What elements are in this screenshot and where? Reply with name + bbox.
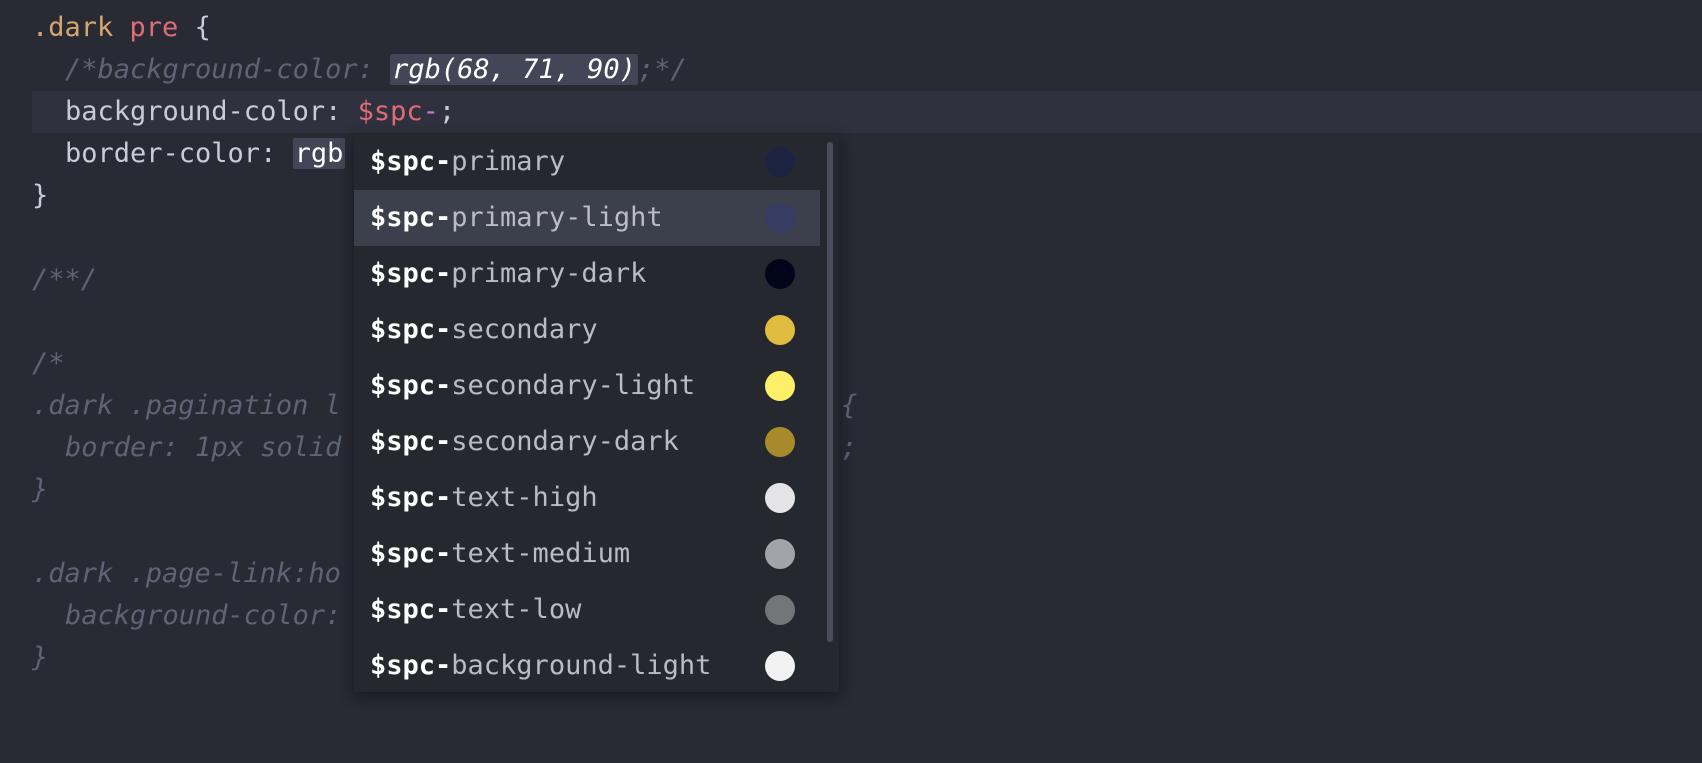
color-swatch <box>765 651 795 681</box>
code-line-11: border: 1px solid ; <box>0 427 857 469</box>
commented-border: border: 1px solid <box>65 432 342 463</box>
matched-prefix: $spc- <box>370 594 452 625</box>
matched-prefix: $spc- <box>370 538 452 569</box>
code-line-3-active[interactable]: background-color: $spc-; <box>32 91 1702 133</box>
highlighted-color-value: rgb <box>292 138 346 169</box>
comment-start: /* <box>32 348 65 379</box>
suggestion-label: $spc-secondary <box>370 302 598 358</box>
autocomplete-item[interactable]: $spc-primary <box>354 134 820 190</box>
suggestion-rest: text-medium <box>451 538 631 569</box>
autocomplete-item[interactable]: $spc-text-low <box>354 582 820 638</box>
suggestion-rest: primary-dark <box>451 258 647 289</box>
code-line-14: .dark .page-link:ho <box>0 553 341 595</box>
commented-semicolon: ; <box>841 432 858 463</box>
matched-prefix: $spc- <box>370 650 452 681</box>
matched-prefix: $spc- <box>370 202 452 233</box>
suggestion-label: $spc-primary-dark <box>370 246 646 302</box>
popup-scrollbar[interactable] <box>827 142 833 642</box>
color-swatch <box>765 539 795 569</box>
highlighted-color-value: rgb(68, 71, 90) <box>390 54 638 85</box>
suggestion-rest: primary-light <box>451 202 663 233</box>
matched-prefix: $spc- <box>370 370 452 401</box>
autocomplete-item[interactable]: $spc-primary-light <box>354 190 820 246</box>
suggestion-rest: secondary-light <box>451 370 696 401</box>
empty-comment: /**/ <box>32 264 98 295</box>
color-swatch <box>765 595 795 625</box>
autocomplete-item[interactable]: $spc-secondary-dark <box>354 414 820 470</box>
autocomplete-item[interactable]: $spc-secondary-light <box>354 358 820 414</box>
code-line-2: /*background-color: rgb(68, 71, 90);*/ <box>0 49 687 91</box>
selector-element: pre <box>129 12 179 43</box>
comment-close-brace: } <box>32 474 49 505</box>
commented-property: background-color: <box>65 600 342 631</box>
selector-class: .dark <box>32 12 114 43</box>
code-line-5: } <box>0 175 65 217</box>
autocomplete-item[interactable]: $spc-primary-dark <box>354 246 820 302</box>
suggestion-rest: text-high <box>451 482 598 513</box>
code-line-7: /**/ <box>0 259 97 301</box>
commented-brace: { <box>841 390 858 421</box>
property-name: background-color: <box>65 96 358 127</box>
matched-prefix: $spc- <box>370 426 452 457</box>
comment-close: ;*/ <box>637 54 687 85</box>
typed-dash: - <box>422 96 439 127</box>
code-line-12: } <box>0 469 65 511</box>
code-line-16: } <box>0 637 65 679</box>
color-swatch <box>765 203 795 233</box>
autocomplete-popup[interactable]: $spc-primary $spc-primary-light $spc-prima… <box>354 134 839 692</box>
autocomplete-item[interactable]: $spc-text-high <box>354 470 820 526</box>
autocomplete-item[interactable]: $spc-background-light <box>354 638 820 692</box>
comment-open: /*background-color: <box>65 54 391 85</box>
open-brace: { <box>194 12 211 43</box>
code-line-4: border-color: rgb <box>0 133 346 175</box>
autocomplete-item[interactable]: $spc-secondary <box>354 302 820 358</box>
suggestion-rest: text-low <box>451 594 582 625</box>
color-swatch <box>765 259 795 289</box>
suggestion-rest: secondary <box>451 314 598 345</box>
code-editor[interactable]: .dark pre { /*background-color: rgb(68, … <box>0 0 1702 726</box>
suggestion-label: $spc-primary <box>370 134 565 190</box>
code-line-15: background-color: <box>0 595 341 637</box>
suggestion-rest: primary <box>451 146 566 177</box>
suggestion-label: $spc-secondary-dark <box>370 414 679 470</box>
semicolon: ; <box>438 96 456 127</box>
autocomplete-item[interactable]: $spc-text-medium <box>354 526 820 582</box>
color-swatch <box>765 147 795 177</box>
suggestion-label: $spc-primary-light <box>370 190 663 246</box>
suggestion-label: $spc-text-low <box>370 582 581 638</box>
code-line-10: .dark .pagination l { <box>0 385 857 427</box>
variable-token: $spc <box>357 96 423 127</box>
color-swatch <box>765 483 795 513</box>
code-line-9: /* <box>0 343 65 385</box>
suggestion-label: $spc-text-medium <box>370 526 630 582</box>
comment-close-brace: } <box>32 642 49 673</box>
property-name: border-color: <box>65 138 293 169</box>
close-brace: } <box>32 180 49 211</box>
commented-selector: .dark .pagination l <box>32 390 341 421</box>
color-swatch <box>765 371 795 401</box>
matched-prefix: $spc- <box>370 314 452 345</box>
commented-selector: .dark .page-link:ho <box>32 558 341 589</box>
suggestion-rest: background-light <box>451 650 712 681</box>
suggestion-label: $spc-background-light <box>370 638 711 692</box>
matched-prefix: $spc- <box>370 258 452 289</box>
suggestion-rest: secondary-dark <box>451 426 679 457</box>
matched-prefix: $spc- <box>370 146 452 177</box>
color-swatch <box>765 315 795 345</box>
color-swatch <box>765 427 795 457</box>
matched-prefix: $spc- <box>370 482 452 513</box>
code-line-1: .dark pre { <box>0 7 211 49</box>
suggestion-label: $spc-text-high <box>370 470 598 526</box>
suggestion-label: $spc-secondary-light <box>370 358 695 414</box>
